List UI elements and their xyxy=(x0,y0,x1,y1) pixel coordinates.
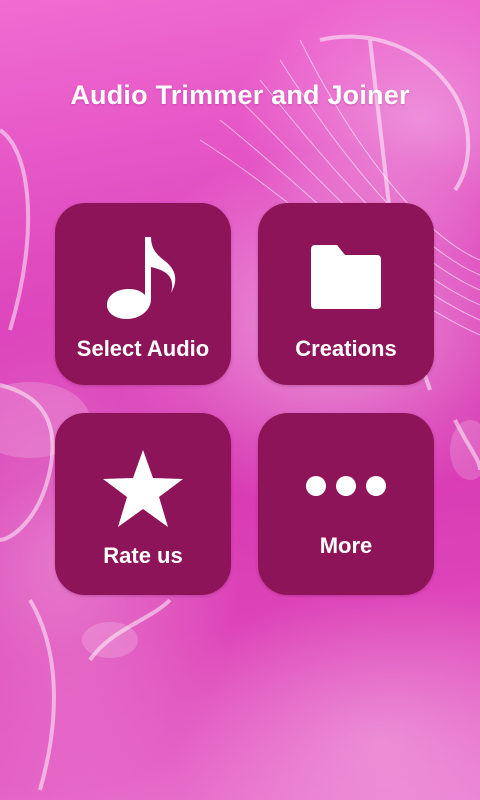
creations-button[interactable]: Creations xyxy=(258,203,434,385)
music-note-icon xyxy=(55,235,231,319)
rate-us-label: Rate us xyxy=(103,543,183,568)
background-decoration xyxy=(0,34,480,791)
star-icon xyxy=(55,448,231,530)
more-dots-icon xyxy=(258,475,434,497)
select-audio-button[interactable]: Select Audio xyxy=(55,203,231,385)
app-title: Audio Trimmer and Joiner xyxy=(70,80,410,110)
folder-icon xyxy=(258,243,434,311)
more-button[interactable]: More xyxy=(258,413,434,595)
more-label: More xyxy=(319,533,373,558)
creations-label: Creations xyxy=(295,336,397,361)
rate-us-button[interactable]: Rate us xyxy=(55,413,231,595)
select-audio-label: Select Audio xyxy=(76,336,210,361)
